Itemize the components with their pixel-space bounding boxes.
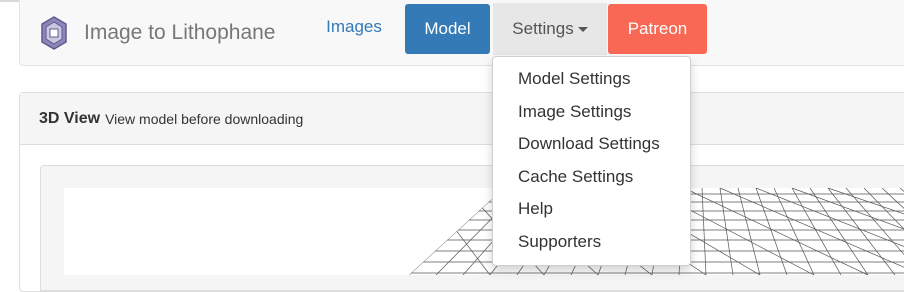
brand-name: Image to Lithophane: [84, 21, 276, 44]
menu-item-image-settings[interactable]: Image Settings: [493, 96, 690, 129]
panel-title: 3D View: [39, 109, 101, 127]
nav-model[interactable]: Model: [405, 4, 490, 54]
nav-settings-dropdown[interactable]: Settings: [493, 3, 607, 55]
nav-patreon[interactable]: Patreon: [608, 4, 707, 54]
menu-item-cache-settings[interactable]: Cache Settings: [493, 161, 690, 194]
menu-item-model-settings[interactable]: Model Settings: [493, 63, 690, 96]
settings-dropdown-menu: Model Settings Image Settings Download S…: [492, 56, 691, 266]
hexagon-logo-icon: [40, 14, 68, 52]
caret-down-icon: [577, 26, 588, 32]
3d-viewport-canvas[interactable]: [64, 188, 904, 275]
panel-heading: 3D View View model before downloading: [20, 93, 904, 145]
navbar: Image to Lithophane Images Model Setting…: [19, 0, 904, 66]
panel-subtitle: View model before downloading: [105, 110, 304, 127]
nav-images[interactable]: Images: [312, 2, 396, 52]
brand[interactable]: Image to Lithophane: [40, 10, 275, 56]
menu-item-download-settings[interactable]: Download Settings: [493, 128, 690, 161]
nav-settings-label: Settings: [512, 19, 574, 38]
menu-item-supporters[interactable]: Supporters: [493, 226, 690, 259]
menu-item-help[interactable]: Help: [493, 193, 690, 226]
